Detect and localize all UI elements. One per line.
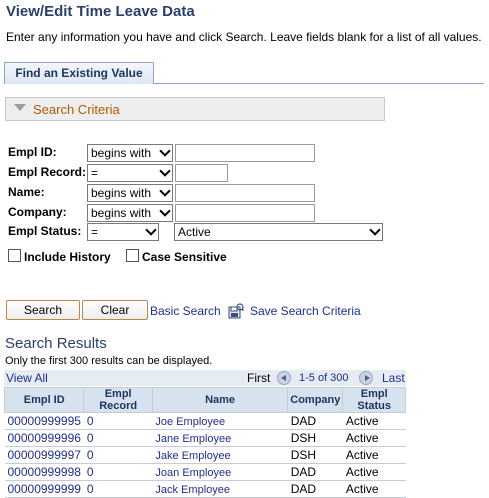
column-header-empl-record[interactable]: Empl Record bbox=[83, 387, 153, 413]
case-sensitive-checkbox[interactable] bbox=[126, 249, 139, 262]
company-operator-select[interactable]: begins with bbox=[87, 204, 173, 222]
company-cell[interactable]: DAD bbox=[287, 480, 343, 498]
view-all-link[interactable]: View All bbox=[6, 371, 48, 385]
employee-name-link[interactable]: Joan Employee bbox=[155, 467, 231, 479]
collapse-triangle-icon[interactable] bbox=[14, 104, 26, 111]
next-page-icon[interactable] bbox=[359, 371, 373, 385]
empl-record-link[interactable]: 0 bbox=[87, 482, 94, 496]
company-cell[interactable]: DAD bbox=[287, 463, 343, 481]
results-navigation-bar: View All First 1-5 of 300 Last bbox=[4, 370, 406, 386]
chevron-down-icon bbox=[369, 224, 381, 236]
name-operator-select[interactable]: begins with bbox=[87, 184, 173, 202]
column-header-company[interactable]: Company bbox=[287, 387, 344, 413]
empl-record-input[interactable] bbox=[175, 164, 228, 182]
search-results-title: Search Results bbox=[5, 335, 107, 352]
empl-record-operator-select[interactable]: = bbox=[87, 164, 173, 182]
chevron-down-icon bbox=[159, 185, 171, 197]
table-row[interactable]: 00000999997 0 Jake Employee DSH Active bbox=[4, 446, 406, 464]
column-header-name[interactable]: Name bbox=[151, 387, 289, 413]
status-cell[interactable]: Active bbox=[342, 412, 406, 430]
page-title: View/Edit Time Leave Data bbox=[6, 3, 195, 20]
empl-id-link[interactable]: 00000999998 bbox=[8, 465, 81, 479]
first-label: First bbox=[247, 371, 271, 385]
empl-status-label: Empl Status: bbox=[8, 224, 82, 238]
table-row[interactable]: 00000999998 0 Joan Employee DAD Active bbox=[4, 463, 406, 481]
chevron-down-icon bbox=[159, 165, 171, 177]
employee-name-link[interactable]: Jake Employee bbox=[155, 450, 230, 462]
search-criteria-label: Search Criteria bbox=[33, 102, 120, 117]
empl-record-label: Empl Record: bbox=[8, 165, 87, 179]
company-cell[interactable]: DSH bbox=[287, 446, 343, 464]
save-search-criteria-link[interactable]: Save Search Criteria bbox=[250, 304, 361, 318]
basic-search-link[interactable]: Basic Search bbox=[150, 304, 221, 318]
chevron-down-icon bbox=[145, 224, 157, 236]
empl-record-link[interactable]: 0 bbox=[87, 431, 94, 445]
tab-find-existing-value[interactable]: Find an Existing Value bbox=[4, 62, 154, 84]
status-cell[interactable]: Active bbox=[342, 480, 406, 498]
status-cell[interactable]: Active bbox=[342, 429, 406, 447]
employee-name-link[interactable]: Jane Employee bbox=[155, 433, 231, 445]
employee-name-link[interactable]: Joe Employee bbox=[155, 416, 225, 428]
search-criteria-header[interactable]: Search Criteria bbox=[5, 97, 385, 121]
empl-id-operator-select[interactable]: begins with bbox=[87, 144, 173, 162]
company-label: Company: bbox=[8, 205, 67, 219]
previous-page-icon[interactable] bbox=[277, 371, 291, 385]
name-label: Name: bbox=[8, 185, 45, 199]
table-row[interactable]: 00000999995 0 Joe Employee DAD Active bbox=[4, 412, 406, 430]
table-row[interactable]: 00000999999 0 Jack Employee DAD Active bbox=[4, 480, 406, 498]
status-cell[interactable]: Active bbox=[342, 463, 406, 481]
results-table: Empl ID Empl Record Name Company Empl St… bbox=[3, 387, 406, 498]
empl-status-value-select[interactable]: Active bbox=[174, 223, 383, 241]
clear-button[interactable]: Clear bbox=[82, 300, 148, 320]
results-range: 1-5 of 300 bbox=[299, 372, 349, 384]
empl-id-link[interactable]: 00000999995 bbox=[8, 414, 81, 428]
empl-record-link[interactable]: 0 bbox=[87, 448, 94, 462]
empl-record-link[interactable]: 0 bbox=[87, 465, 94, 479]
search-button[interactable]: Search bbox=[6, 300, 80, 320]
chevron-down-icon bbox=[159, 145, 171, 157]
column-header-empl-id[interactable]: Empl ID bbox=[3, 387, 85, 413]
include-history-checkbox[interactable] bbox=[8, 249, 21, 262]
empl-id-label: Empl ID: bbox=[8, 145, 57, 159]
empl-status-operator-select[interactable]: = bbox=[87, 223, 159, 241]
company-cell[interactable]: DAD bbox=[287, 412, 343, 430]
name-input[interactable] bbox=[175, 184, 315, 202]
status-cell[interactable]: Active bbox=[342, 446, 406, 464]
empl-record-link[interactable]: 0 bbox=[87, 414, 94, 428]
empl-id-link[interactable]: 00000999996 bbox=[8, 431, 81, 445]
tab-strip: Find an Existing Value bbox=[4, 62, 484, 84]
table-row[interactable]: 00000999996 0 Jane Employee DSH Active bbox=[4, 429, 406, 447]
column-header-empl-status[interactable]: Empl Status bbox=[342, 387, 406, 413]
page-instructions: Enter any information you have and click… bbox=[6, 30, 482, 44]
company-input[interactable] bbox=[175, 204, 315, 222]
include-history-label: Include History bbox=[24, 250, 111, 264]
employee-name-link[interactable]: Jack Employee bbox=[155, 484, 230, 496]
chevron-down-icon bbox=[159, 205, 171, 217]
last-link[interactable]: Last bbox=[382, 371, 405, 385]
results-limit-note: Only the first 300 results can be displa… bbox=[5, 355, 213, 367]
case-sensitive-label: Case Sensitive bbox=[142, 250, 227, 264]
save-criteria-icon[interactable] bbox=[228, 303, 244, 319]
empl-id-link[interactable]: 00000999997 bbox=[8, 448, 81, 462]
empl-id-input[interactable] bbox=[175, 144, 315, 162]
company-cell[interactable]: DSH bbox=[287, 429, 343, 447]
empl-id-link[interactable]: 00000999999 bbox=[8, 482, 81, 496]
